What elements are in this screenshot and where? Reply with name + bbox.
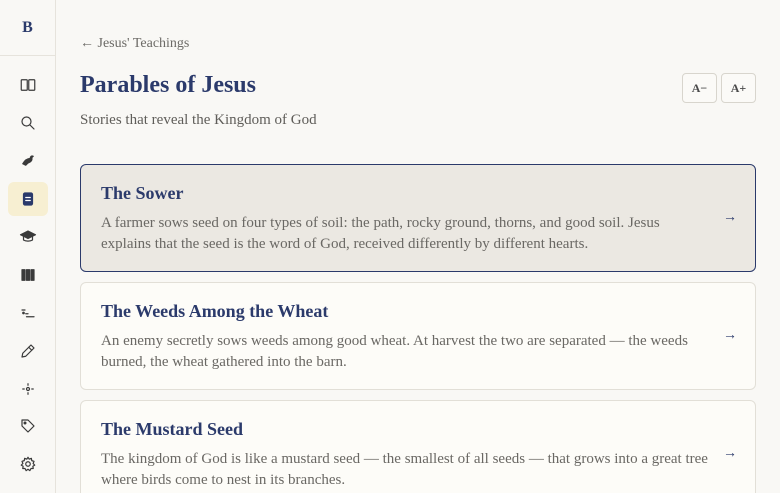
font-increase-button[interactable]: A+ — [721, 73, 756, 103]
breadcrumb-back-link[interactable]: ← Jesus' Teachings — [80, 36, 189, 52]
parable-title: The Mustard Seed — [101, 419, 244, 439]
graduation-cap-icon — [19, 230, 37, 242]
parable-title: The Weeds Among the Wheat — [101, 301, 329, 321]
sidebar-item-timeline[interactable] — [8, 296, 48, 330]
sidebar-item-notes[interactable] — [8, 334, 48, 368]
parable-description: An enemy secretly sows weeds among good … — [101, 333, 688, 370]
sidebar-item-search[interactable] — [8, 106, 48, 140]
parable-description: The kingdom of God is like a mustard see… — [101, 451, 708, 488]
sidebar-item-settings[interactable] — [8, 447, 48, 481]
pencil-icon — [21, 344, 35, 358]
sidebar-item-study[interactable] — [8, 220, 48, 254]
dove-icon — [22, 155, 34, 166]
sidebar-item-tags[interactable] — [8, 409, 48, 443]
parable-card-sower[interactable]: The Sower A farmer sows seed on four typ… — [80, 164, 756, 272]
compass-icon — [22, 383, 34, 395]
sidebar: B — [0, 0, 56, 493]
parable-card-mustard-seed[interactable]: The Mustard Seed The kingdom of God is l… — [80, 400, 756, 493]
library-icon — [21, 269, 35, 281]
gear-icon — [20, 456, 36, 472]
font-decrease-button[interactable]: A− — [682, 73, 717, 103]
timeline-icon — [21, 309, 35, 318]
tag-icon — [21, 419, 35, 433]
book-open-icon — [20, 79, 36, 91]
page-subtitle: Stories that reveal the Kingdom of God — [80, 112, 317, 128]
arrow-right-icon: → — [723, 210, 737, 225]
sidebar-item-spirit[interactable] — [8, 143, 48, 177]
arrow-right-icon: → — [723, 328, 737, 343]
sidebar-item-read[interactable] — [8, 68, 48, 102]
document-icon — [22, 192, 34, 206]
sidebar-item-library[interactable] — [8, 258, 48, 292]
search-icon — [21, 116, 35, 130]
sidebar-item-teachings[interactable] — [8, 182, 48, 216]
arrow-right-icon: → — [723, 446, 737, 461]
parable-description: A farmer sows seed on four types of soil… — [101, 215, 660, 252]
page-title: Parables of Jesus — [80, 72, 256, 98]
sidebar-item-explore[interactable] — [8, 372, 48, 406]
app-logo[interactable]: B — [0, 0, 55, 56]
parable-card-weeds[interactable]: The Weeds Among the Wheat An enemy secre… — [80, 282, 756, 390]
parable-title: The Sower — [101, 183, 184, 203]
